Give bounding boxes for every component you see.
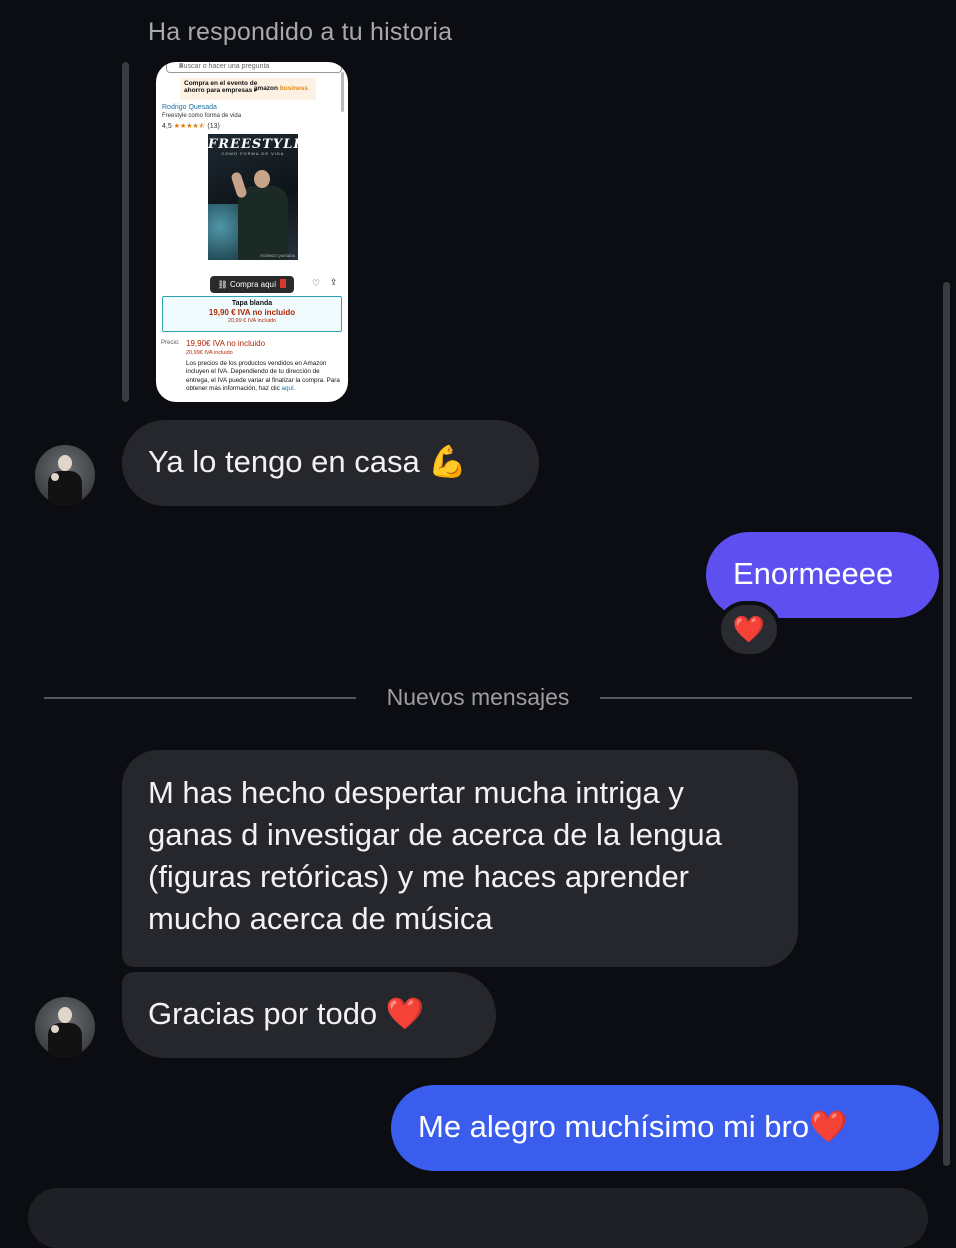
price-label: Precio: — [161, 340, 180, 346]
cover-figure-head — [254, 170, 270, 188]
contact-avatar[interactable] — [35, 445, 95, 505]
story-banner: Compra en el evento de ahorro para empre… — [180, 78, 316, 100]
rating-value: 4,5 — [162, 123, 172, 130]
search-icon: ⌕ — [179, 62, 184, 70]
avatar-hand — [51, 1025, 59, 1033]
message-composer[interactable] — [28, 1188, 928, 1248]
incoming-message[interactable]: M has hecho despertar mucha intriga y ga… — [122, 750, 798, 967]
buy-label: Compra aquí — [229, 280, 277, 289]
amazon-business-logo: amazon business — [254, 85, 308, 92]
legal-text: Los precios de los productos vendidos en… — [186, 360, 344, 394]
divider-line-right — [600, 697, 912, 699]
avatar-head — [58, 1007, 72, 1023]
cover-author: RODRIGO QUESADA — [260, 254, 295, 258]
legal-body: Los precios de los productos vendidos en… — [186, 360, 340, 393]
cover-crowd — [208, 204, 238, 260]
book-rating: 4,5 ★★★★⯪ (13) — [162, 122, 220, 133]
divider-line-left — [44, 697, 356, 699]
share-icon: ⇪ — [330, 277, 338, 287]
format-price-iva: 20,99 € IVA incluido — [227, 318, 277, 324]
price-value-iva: 20,99€ IVA incluido — [186, 350, 233, 356]
reply-to-story-label: Ha respondido a tu historia — [148, 18, 453, 46]
avatar-head — [58, 455, 72, 471]
book-author: Rodrigo Quesada — [162, 104, 217, 111]
price-value: 19,90€ IVA no incluido — [186, 339, 266, 348]
cover-figure-body — [238, 186, 288, 260]
buy-here-button: ⛓ Compra aquí — [210, 276, 294, 293]
incoming-message[interactable]: Gracias por todo ❤️ — [122, 972, 496, 1058]
story-scroll-indicator — [341, 72, 344, 112]
contact-avatar[interactable] — [35, 997, 95, 1057]
red-heart-emoji-icon: ❤️ — [809, 1109, 848, 1144]
cover-title: FREESTYLE — [208, 137, 298, 152]
rating-count: (13) — [207, 123, 220, 130]
format-name: Tapa blanda — [231, 300, 273, 307]
avatar-hand — [51, 473, 59, 481]
rating-stars-icon: ★★★★⯪ — [173, 123, 206, 130]
flexed-biceps-emoji-icon: 💪 — [428, 444, 467, 479]
incoming-message[interactable]: Ya lo tengo en casa 💪 — [122, 420, 539, 506]
message-text: M has hecho despertar mucha intriga y ga… — [148, 775, 722, 936]
scrollbar[interactable] — [943, 282, 950, 1166]
story-reply-bar — [122, 62, 129, 402]
link-icon: ⛓ — [217, 280, 228, 289]
heart-outline-icon: ♡ — [312, 278, 321, 288]
heart-reaction-icon[interactable]: ❤️ — [717, 601, 781, 658]
story-banner-text: Compra en el evento de ahorro para empre… — [184, 80, 258, 94]
book-icon — [280, 279, 287, 288]
banner-brand-suffix: business — [279, 85, 308, 92]
story-search-placeholder: Buscar o hacer una pregunta — [179, 63, 270, 70]
legal-link: aquí. — [281, 385, 296, 393]
cover-figure-arm — [230, 171, 248, 199]
outgoing-message[interactable]: Me alegro muchísimo mi bro❤️ — [391, 1085, 939, 1171]
cover-subtitle: COMO FORMA DE VIDA — [221, 151, 285, 156]
book-cover-image: FREESTYLE COMO FORMA DE VIDA RODRIGO QUE… — [208, 134, 298, 260]
format-box: Tapa blanda 19,90 € IVA no incluido 20,9… — [162, 296, 342, 332]
banner-brand: amazon — [253, 85, 278, 92]
new-messages-divider: Nuevos mensajes — [386, 684, 570, 710]
red-heart-emoji-icon: ❤️ — [385, 996, 425, 1031]
story-preview[interactable]: ⌕ Buscar o hacer una pregunta Compra en … — [156, 62, 348, 402]
message-text: Ya lo tengo en casa — [148, 444, 429, 479]
book-subtitle: Freestyle como forma de vida — [162, 113, 242, 119]
message-text: Enormeeee — [733, 556, 894, 591]
format-price: 19,90 € IVA no incluido — [208, 308, 296, 317]
message-text: Gracias por todo — [148, 996, 386, 1031]
story-search-field: ⌕ Buscar o hacer una pregunta — [166, 62, 342, 73]
message-text: Me alegro muchísimo mi bro — [418, 1109, 810, 1144]
